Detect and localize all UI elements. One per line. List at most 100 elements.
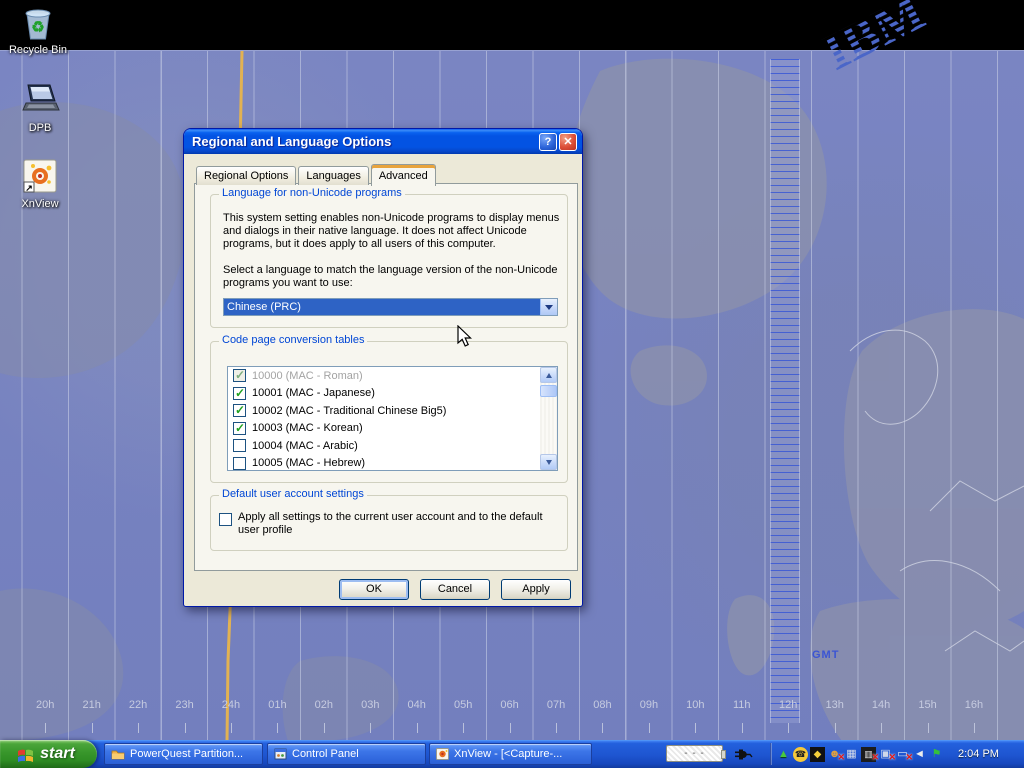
language-dropdown[interactable]: Chinese (PRC) bbox=[223, 298, 558, 316]
time-label-text: 06h bbox=[500, 699, 518, 711]
time-tick bbox=[417, 723, 418, 733]
apply-settings-label: Apply all settings to the current user a… bbox=[238, 511, 558, 537]
checkbox[interactable] bbox=[233, 369, 246, 382]
scroll-down-button[interactable] bbox=[540, 454, 557, 470]
xnview-icon: ↗ bbox=[21, 158, 59, 196]
time-label-text: 22h bbox=[129, 699, 147, 711]
apply-button[interactable]: Apply bbox=[501, 579, 571, 600]
tab-languages[interactable]: Languages bbox=[298, 166, 368, 185]
group-title: Language for non-Unicode programs bbox=[219, 187, 405, 199]
scrollbar-thumb[interactable] bbox=[540, 385, 557, 397]
time-label: 21h bbox=[68, 699, 114, 741]
time-label-text: 05h bbox=[454, 699, 472, 711]
chevron-down-icon bbox=[546, 460, 552, 465]
time-label: 11h bbox=[719, 699, 765, 741]
tray-icon-glyph: ▦ bbox=[846, 747, 856, 762]
default-user-group: Default user account settings Apply all … bbox=[210, 495, 568, 551]
time-tick bbox=[695, 723, 696, 733]
safely-remove-hardware-icon[interactable]: ▲ bbox=[776, 747, 791, 762]
codepage-label: 10005 (MAC - Hebrew) bbox=[252, 457, 365, 469]
computer-disconnected-icon[interactable]: ▣ bbox=[878, 747, 893, 762]
checkbox[interactable] bbox=[233, 439, 246, 452]
time-label: 16h bbox=[951, 699, 997, 741]
volume-icon[interactable]: ◄ bbox=[912, 747, 927, 762]
scroll-up-button[interactable] bbox=[540, 367, 557, 383]
time-label-text: 09h bbox=[640, 699, 658, 711]
codepage-row[interactable]: 10004 (MAC - Arabic) bbox=[228, 437, 540, 455]
tab-advanced[interactable]: Advanced bbox=[371, 164, 436, 186]
time-label-text: 15h bbox=[918, 699, 936, 711]
start-button[interactable]: start bbox=[0, 740, 97, 768]
codepage-row[interactable]: 10005 (MAC - Hebrew) bbox=[228, 455, 540, 472]
codepage-row[interactable]: 10003 (MAC - Korean) bbox=[228, 420, 540, 438]
network-disconnected-icon[interactable]: ▭ bbox=[895, 747, 910, 762]
desktop-icon-dpb[interactable]: DPB bbox=[2, 82, 78, 134]
taskbar-window-control-panel[interactable]: Control Panel bbox=[267, 743, 426, 765]
codepage-group: Code page conversion tables 10000 (MAC -… bbox=[210, 341, 568, 483]
display-settings-icon[interactable]: ⚑ bbox=[929, 747, 944, 762]
dialog-button-row: OK Cancel Apply bbox=[339, 579, 571, 600]
time-label-text: 14h bbox=[872, 699, 890, 711]
tab-label: Languages bbox=[306, 170, 360, 182]
codepage-label: 10001 (MAC - Japanese) bbox=[252, 387, 375, 399]
time-label-text: 12h bbox=[779, 699, 797, 711]
windows-flag-icon bbox=[16, 746, 35, 763]
apply-settings-checkbox[interactable] bbox=[219, 513, 232, 526]
laptop-icon bbox=[18, 82, 62, 120]
network-places-icon[interactable]: ▦ bbox=[844, 747, 859, 762]
ok-button[interactable]: OK bbox=[339, 579, 409, 600]
codepage-row[interactable]: 10002 (MAC - Traditional Chinese Big5) bbox=[228, 402, 540, 420]
ibm-logo-icon: IBM bbox=[764, 0, 994, 82]
tray-icon-glyph: ▭ bbox=[897, 747, 907, 762]
time-tick bbox=[463, 723, 464, 733]
non-unicode-description: This system setting enables non-Unicode … bbox=[223, 212, 565, 251]
time-label-text: 11h bbox=[733, 699, 751, 711]
time-label-text: 20h bbox=[36, 699, 54, 711]
system-tray: ▲ ☎ ◆ ☻ ▦ bbox=[776, 740, 1024, 768]
tab-label: Regional Options bbox=[204, 170, 288, 182]
offline-users-icon[interactable]: ☻ bbox=[827, 747, 842, 762]
help-button[interactable]: ? bbox=[539, 133, 557, 151]
chevron-up-icon bbox=[546, 373, 552, 378]
start-label: start bbox=[40, 745, 81, 763]
time-label-text: 23h bbox=[175, 699, 193, 711]
time-label: 05h bbox=[440, 699, 486, 741]
time-tick bbox=[45, 723, 46, 733]
recycle-bin-icon: ♻ bbox=[18, 4, 58, 42]
tray-icon-glyph: ☻ bbox=[829, 747, 841, 762]
taskbar-clock[interactable]: 2:04 PM bbox=[958, 748, 1021, 760]
time-labels-row: 20h 21h 22h 23h bbox=[22, 699, 997, 741]
checkbox[interactable] bbox=[233, 404, 246, 417]
checkbox[interactable] bbox=[233, 422, 246, 435]
non-unicode-group: Language for non-Unicode programs This s… bbox=[210, 194, 568, 328]
time-label: 12h bbox=[765, 699, 811, 741]
cancel-button[interactable]: Cancel bbox=[420, 579, 490, 600]
codepage-label: 10002 (MAC - Traditional Chinese Big5) bbox=[252, 405, 446, 417]
codepage-row[interactable]: 10000 (MAC - Roman) bbox=[228, 367, 540, 385]
tray-icon-glyph: ⚑ bbox=[932, 747, 942, 762]
modem-status-icon[interactable]: ☎ bbox=[793, 747, 808, 762]
list-scrollbar[interactable] bbox=[540, 367, 557, 470]
time-label: 10h bbox=[672, 699, 718, 741]
close-button[interactable]: ✕ bbox=[559, 133, 577, 151]
checkbox[interactable] bbox=[233, 387, 246, 400]
time-tick bbox=[370, 723, 371, 733]
dropdown-button[interactable] bbox=[540, 299, 557, 315]
time-label-text: 03h bbox=[361, 699, 379, 711]
tab-regional-options[interactable]: Regional Options bbox=[196, 166, 296, 185]
time-label: 14h bbox=[858, 699, 904, 741]
tab-label: Advanced bbox=[379, 170, 428, 182]
desktop-icon-recycle-bin[interactable]: ♻ Recycle Bin bbox=[0, 4, 76, 56]
dialog-titlebar[interactable]: Regional and Language Options ? ✕ bbox=[184, 129, 582, 154]
taskbar-window-xnview[interactable]: XnView - [<Capture-... bbox=[429, 743, 592, 765]
app-error-icon[interactable]: ▥ bbox=[861, 747, 876, 762]
tray-icon-glyph: ▲ bbox=[778, 747, 789, 762]
desktop-icon-xnview[interactable]: ↗ XnView bbox=[2, 158, 78, 210]
taskbar-window-powerquest[interactable]: PowerQuest Partition... bbox=[104, 743, 263, 765]
antivirus-icon[interactable]: ◆ bbox=[810, 747, 825, 762]
time-label: 08h bbox=[579, 699, 625, 741]
time-label: 23h bbox=[161, 699, 207, 741]
battery-meter[interactable]: - - - bbox=[666, 745, 723, 762]
codepage-row[interactable]: 10001 (MAC - Japanese) bbox=[228, 385, 540, 403]
checkbox[interactable] bbox=[233, 457, 246, 470]
